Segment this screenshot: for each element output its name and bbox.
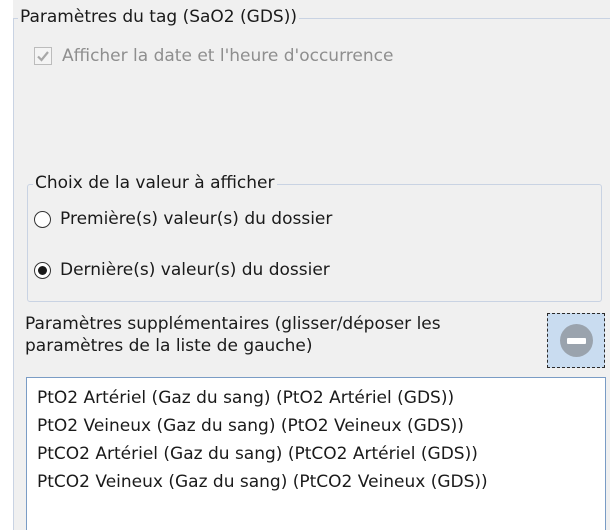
show-datetime-label: Afficher la date et l'heure d'occurrence [62, 46, 394, 66]
radio-last-values[interactable]: Dernière(s) valeur(s) du dossier [34, 260, 330, 280]
value-choice-title: Choix de la valeur à afficher [33, 172, 277, 194]
list-item[interactable]: PtCO2 Artériel (Gaz du sang) (PtCO2 Arté… [37, 440, 605, 468]
radio-first-values[interactable]: Première(s) valeur(s) du dossier [34, 209, 332, 229]
radio-first-values-label: Première(s) valeur(s) du dossier [60, 209, 333, 229]
radio-unselected-icon [34, 210, 51, 228]
value-choice-group [27, 184, 602, 302]
minus-circle-icon [559, 324, 593, 357]
left-edge [0, 0, 13, 530]
radio-last-values-label: Dernière(s) valeur(s) du dossier [60, 260, 330, 280]
tag-parameters-panel: Paramètres du tag (SaO2 (GDS)) Afficher … [0, 0, 610, 530]
checkbox-checked-icon [34, 47, 52, 65]
list-item[interactable]: PtO2 Veineux (Gaz du sang) (PtO2 Veineux… [37, 412, 605, 440]
extra-params-list[interactable]: PtO2 Artériel (Gaz du sang) (PtO2 Artéri… [26, 377, 606, 530]
radio-selected-icon [34, 261, 51, 279]
list-item[interactable]: PtO2 Artériel (Gaz du sang) (PtO2 Artéri… [37, 384, 605, 412]
extra-params-label: Paramètres supplémentaires (glisser/dépo… [25, 313, 535, 357]
show-datetime-checkbox[interactable]: Afficher la date et l'heure d'occurrence [34, 46, 393, 66]
remove-param-button[interactable] [547, 313, 605, 368]
extra-params-label-line2: paramètres de la liste de gauche) [25, 336, 313, 356]
list-item[interactable]: PtCO2 Veineux (Gaz du sang) (PtCO2 Veine… [37, 468, 605, 496]
tag-parameters-title: Paramètres du tag (SaO2 (GDS)) [18, 6, 299, 28]
extra-params-label-line1: Paramètres supplémentaires (glisser/dépo… [25, 314, 441, 334]
